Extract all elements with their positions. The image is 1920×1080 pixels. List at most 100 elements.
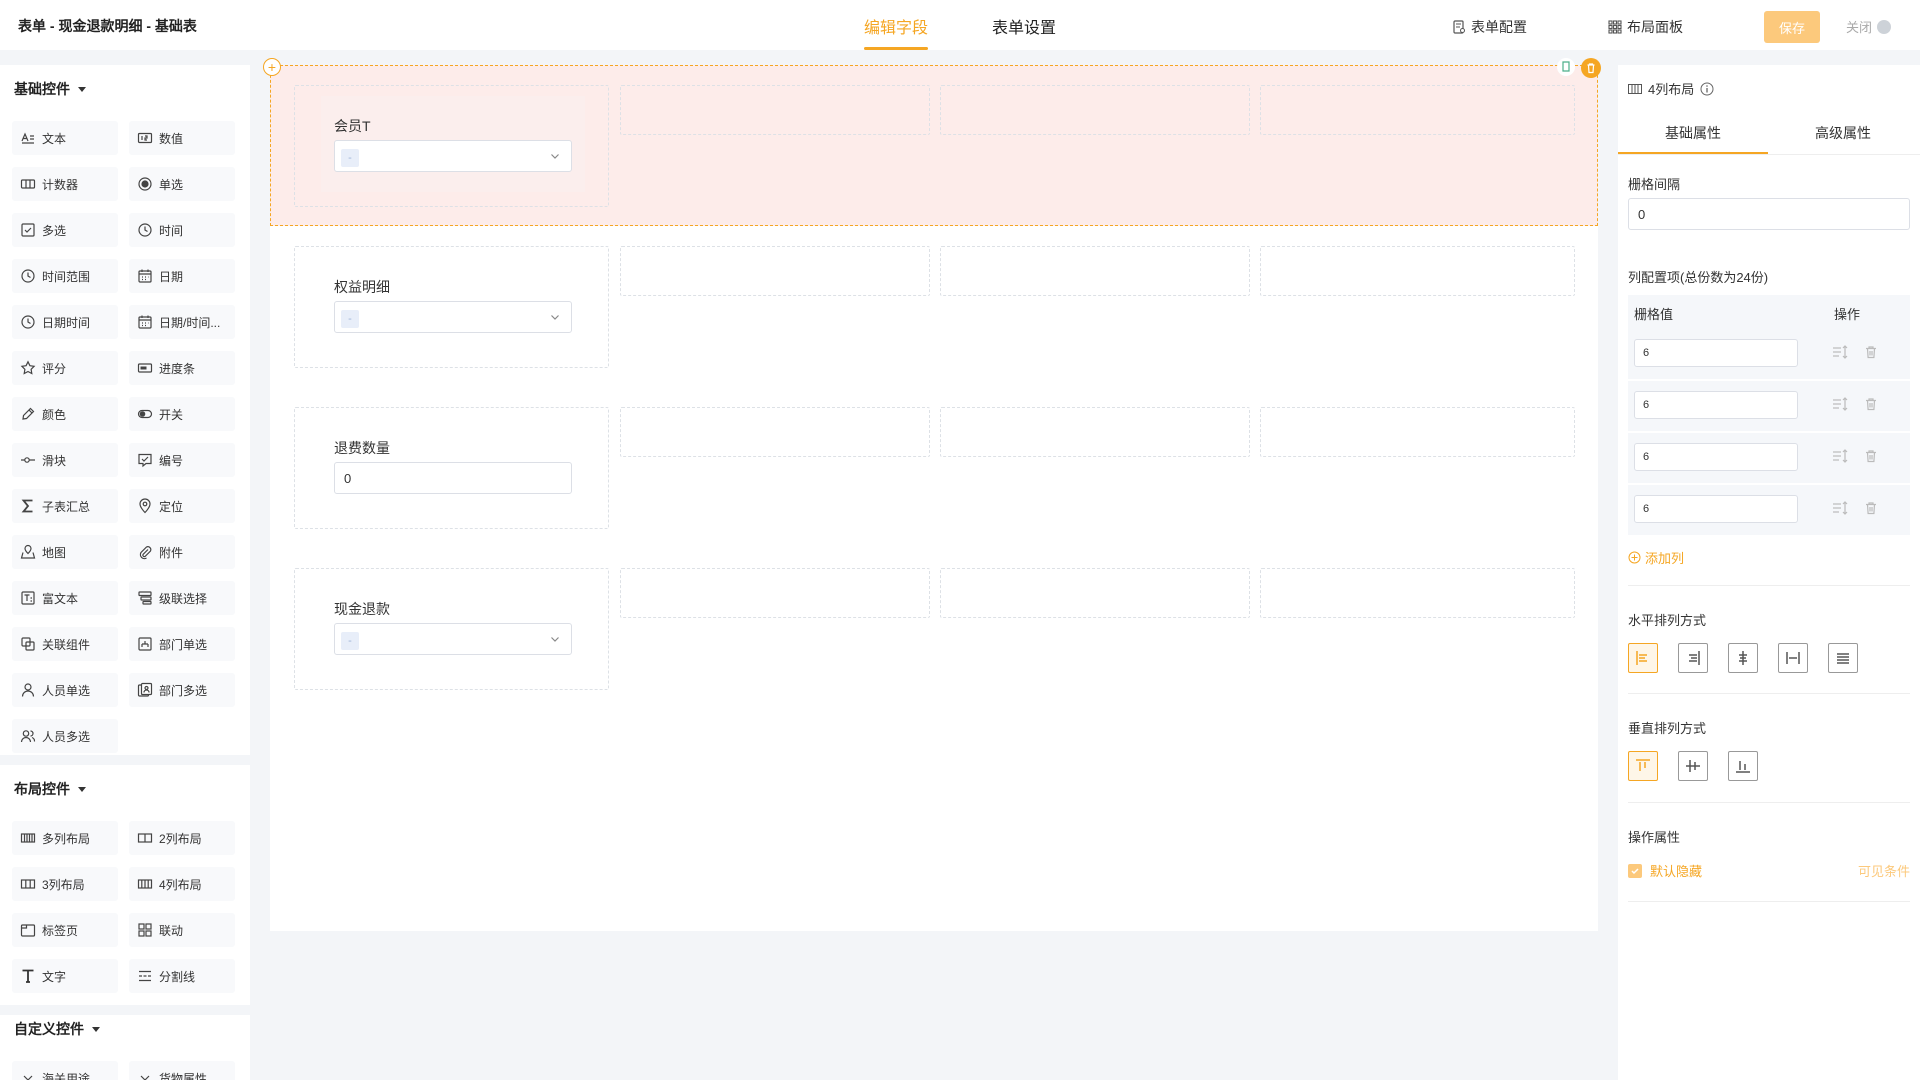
add-column-button[interactable]: 添加列: [1628, 548, 1684, 567]
component-item-calendar[interactable]: 日期/时间...: [129, 305, 235, 339]
component-item-divider[interactable]: 分割线: [129, 959, 235, 993]
space-around-button[interactable]: [1828, 643, 1858, 673]
component-item-chevron-down[interactable]: 货物属性: [129, 1061, 235, 1080]
column-span-input[interactable]: 6: [1634, 495, 1798, 523]
component-item-department-multi[interactable]: 部门多选: [129, 673, 235, 707]
component-item-user[interactable]: 人员单选: [12, 673, 118, 707]
info-icon[interactable]: [1700, 82, 1714, 96]
field-select[interactable]: -: [334, 301, 572, 333]
field-select[interactable]: -: [334, 140, 572, 172]
delete-column-icon[interactable]: [1864, 345, 1878, 359]
component-item-color-picker[interactable]: 颜色: [12, 397, 118, 431]
component-item-text[interactable]: 文本: [12, 121, 118, 155]
layout-cell-empty[interactable]: [940, 568, 1250, 618]
drag-sort-icon[interactable]: [1832, 345, 1850, 359]
basic-controls-header[interactable]: 基础控件: [14, 79, 86, 99]
layout-cell-empty[interactable]: [620, 85, 930, 135]
copy-icon[interactable]: [1557, 58, 1575, 76]
layout-cell-empty[interactable]: [940, 407, 1250, 457]
align-bottom-button[interactable]: [1728, 751, 1758, 781]
field-input[interactable]: 0: [334, 462, 572, 494]
component-item-radio[interactable]: 单选: [129, 167, 235, 201]
layout-cell-field[interactable]: 权益明细 -: [294, 246, 609, 368]
space-between-button[interactable]: [1778, 643, 1808, 673]
component-item-star[interactable]: 评分: [12, 351, 118, 385]
component-item-tabs[interactable]: 标签页: [12, 913, 118, 947]
drag-sort-icon[interactable]: [1832, 397, 1850, 411]
tab-edit-fields[interactable]: 编辑字段: [864, 14, 929, 50]
custom-controls-header[interactable]: 自定义控件: [14, 1019, 100, 1039]
delete-column-icon[interactable]: [1864, 397, 1878, 411]
component-item-number[interactable]: 数值: [129, 121, 235, 155]
tab-advanced-properties[interactable]: 高级属性: [1768, 123, 1918, 143]
delete-column-icon[interactable]: [1864, 501, 1878, 515]
align-center-button[interactable]: [1728, 643, 1758, 673]
component-item-serial[interactable]: 编号: [129, 443, 235, 477]
component-item-department[interactable]: 部门单选: [129, 627, 235, 661]
component-item-three-column[interactable]: 3列布局: [12, 867, 118, 901]
save-button[interactable]: 保存: [1764, 11, 1820, 43]
component-item-calendar[interactable]: 日期: [129, 259, 235, 293]
close-button[interactable]: 关闭: [1846, 17, 1892, 36]
component-item-two-column[interactable]: 2列布局: [129, 821, 235, 855]
component-item-users[interactable]: 人员多选: [12, 719, 118, 753]
layout-cell-empty[interactable]: [940, 85, 1250, 135]
layout-cell-empty[interactable]: [620, 407, 930, 457]
component-item-clock[interactable]: 日期时间: [12, 305, 118, 339]
tab-basic-properties[interactable]: 基础属性: [1618, 123, 1768, 143]
tab-form-settings[interactable]: 表单设置: [992, 14, 1056, 50]
component-item-clock[interactable]: 时间: [129, 213, 235, 247]
add-handle-icon[interactable]: +: [263, 58, 281, 76]
component-item-progress[interactable]: 进度条: [129, 351, 235, 385]
component-item-slider[interactable]: 滑块: [12, 443, 118, 477]
component-item-four-column[interactable]: 4列布局: [129, 867, 235, 901]
component-item-text-t[interactable]: 文字: [12, 959, 118, 993]
layout-cell-empty[interactable]: [1260, 407, 1575, 457]
form-config-button[interactable]: 表单配置: [1452, 17, 1527, 37]
drag-sort-icon[interactable]: [1832, 501, 1850, 515]
component-item-map[interactable]: 地图: [12, 535, 118, 569]
component-item-location[interactable]: 定位: [129, 489, 235, 523]
align-top-button[interactable]: [1628, 751, 1658, 781]
form-config-icon: [1452, 20, 1466, 34]
component-item-attachment[interactable]: 附件: [129, 535, 235, 569]
layout-cell-empty[interactable]: [620, 246, 930, 296]
component-item-checkbox[interactable]: 多选: [12, 213, 118, 247]
component-item-multi-column[interactable]: 多列布局: [12, 821, 118, 855]
delete-column-icon[interactable]: [1864, 449, 1878, 463]
checkbox-icon: [20, 222, 36, 238]
component-item-clock[interactable]: 时间范围: [12, 259, 118, 293]
layout-cell-field[interactable]: 退费数量 0: [294, 407, 609, 529]
field-select[interactable]: -: [334, 623, 572, 655]
column-span-input[interactable]: 6: [1634, 443, 1798, 471]
component-item-chevron-down[interactable]: 海关用途: [12, 1061, 118, 1080]
layout-panel-button[interactable]: 布局面板: [1608, 17, 1683, 37]
align-middle-button[interactable]: [1678, 751, 1708, 781]
component-item-cascade[interactable]: 级联选择: [129, 581, 235, 615]
delete-row-icon[interactable]: [1581, 58, 1601, 78]
layout-controls-header[interactable]: 布局控件: [14, 779, 86, 799]
check-icon: [1628, 863, 1642, 878]
layout-cell-empty[interactable]: [940, 246, 1250, 296]
layout-cell-empty[interactable]: [1260, 85, 1575, 135]
visible-condition-link[interactable]: 可见条件: [1858, 861, 1910, 880]
component-item-richtext[interactable]: 富文本: [12, 581, 118, 615]
layout-cell-field[interactable]: 现金退款 -: [294, 568, 609, 690]
component-item-link-component[interactable]: 关联组件: [12, 627, 118, 661]
align-left-button[interactable]: [1628, 643, 1658, 673]
layout-cell-field[interactable]: 会员T -: [294, 85, 609, 207]
column-span-input[interactable]: 6: [1634, 391, 1798, 419]
component-item-counter[interactable]: 计数器: [12, 167, 118, 201]
column-span-input[interactable]: 6: [1634, 339, 1798, 367]
default-hidden-checkbox[interactable]: 默认隐藏: [1628, 861, 1702, 880]
drag-sort-icon[interactable]: [1832, 449, 1850, 463]
gutter-input[interactable]: 0: [1628, 198, 1910, 230]
component-item-label: 子表汇总: [42, 499, 91, 514]
layout-cell-empty[interactable]: [620, 568, 930, 618]
layout-cell-empty[interactable]: [1260, 246, 1575, 296]
component-item-sigma[interactable]: 子表汇总: [12, 489, 118, 523]
align-right-button[interactable]: [1678, 643, 1708, 673]
component-item-linkage[interactable]: 联动: [129, 913, 235, 947]
component-item-toggle[interactable]: 开关: [129, 397, 235, 431]
layout-cell-empty[interactable]: [1260, 568, 1575, 618]
